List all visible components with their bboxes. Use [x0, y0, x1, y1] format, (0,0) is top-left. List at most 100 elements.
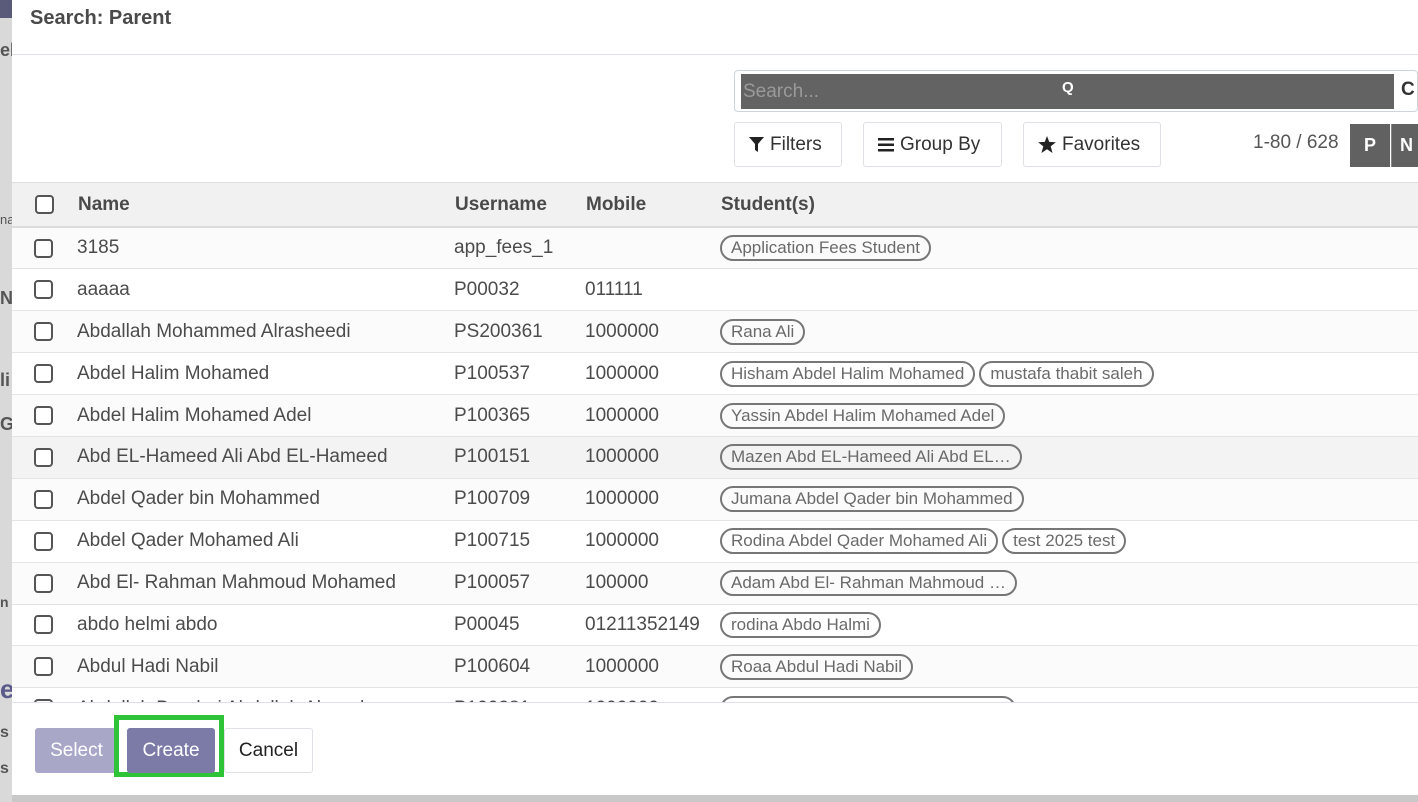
table-row[interactable]: Abdel Halim Mohamed Adel P100365 1000000 Ya… [12, 394, 1418, 437]
cell-mobile: 1000000 [580, 645, 715, 689]
list-icon [878, 137, 894, 151]
table-row[interactable]: 3185 app_fees_1 Application Fees Student [12, 227, 1418, 270]
row-checkbox-cell [12, 478, 72, 521]
cell-mobile: 1000000 [580, 310, 715, 354]
cell-name: Abd EL-Hameed Ali Abd EL-Hameed [72, 436, 449, 479]
cell-name: Abdullah Bandari Abdullah Ahmed [72, 687, 449, 702]
search-bar: Q C [734, 70, 1418, 112]
table-row[interactable]: abdo helmi abdo P00045 01211352149 rodina A… [12, 604, 1418, 647]
cell-mobile: 1000000 [580, 352, 715, 396]
background-navbar [0, 0, 12, 18]
cell-name: Abd El- Rahman Mahmoud Mohamed [72, 562, 449, 605]
table-row[interactable]: Abdul Hadi Nabil P100604 1000000 Roaa Abdul… [12, 645, 1418, 689]
cell-username: P100709 [449, 478, 580, 521]
favorites-button[interactable]: Favorites [1023, 122, 1161, 167]
cell-username: P100365 [449, 394, 580, 437]
row-checkbox-cell [12, 310, 72, 354]
row-checkbox-cell [12, 562, 72, 605]
cell-students: rodina Abdo Halmi [715, 604, 1418, 647]
cell-students: Roaa Abdul Hadi Nabil [715, 645, 1418, 689]
table-row[interactable]: aaaaa P00032 011111 [12, 268, 1418, 312]
select-button[interactable]: Select [35, 728, 118, 773]
search-dialog: Search: Parent Q C Filters Group By Favo… [12, 0, 1418, 795]
background-text-fragment: li [0, 370, 11, 390]
row-checkbox-cell [12, 436, 72, 479]
records-table-container: Name Username Mobile Student(s) 3185 app_… [12, 182, 1418, 702]
favorites-label: Favorites [1062, 133, 1141, 155]
row-checkbox[interactable] [34, 280, 53, 300]
filters-label: Filters [770, 133, 822, 155]
row-checkbox[interactable] [34, 489, 53, 509]
cell-mobile: 1000000 [580, 687, 715, 702]
row-checkbox-cell [12, 268, 72, 312]
create-button[interactable]: Create [127, 728, 215, 773]
student-tag: Application Fees Student [720, 235, 932, 262]
table-row[interactable]: Abdallah Mohammed Alrasheedi PS200361 1000… [12, 310, 1418, 354]
select-all-cell [12, 183, 72, 227]
records-table: Name Username Mobile Student(s) 3185 app_… [12, 183, 1418, 702]
cell-mobile: 1000000 [580, 520, 715, 563]
cell-mobile: 1000000 [580, 478, 715, 521]
cell-username: P00032 [449, 268, 580, 312]
row-checkbox-cell [12, 352, 72, 396]
row-checkbox[interactable] [34, 238, 53, 258]
filter-icon [749, 136, 764, 152]
row-checkbox[interactable] [34, 615, 53, 635]
cancel-button[interactable]: Cancel [224, 728, 313, 773]
student-tag: Yassin Abdel Halim Mohamed Adel [720, 402, 1006, 429]
cell-name: abdo helmi abdo [72, 604, 449, 647]
row-checkbox-cell [12, 687, 72, 702]
cell-students [715, 268, 1418, 312]
cell-name: 3185 [72, 227, 449, 270]
background-app-bottom [12, 795, 1418, 802]
table-row[interactable]: Abdel Qader Mohamed Ali P100715 1000000 Rod… [12, 520, 1418, 563]
student-tag: Hisham Abdel Halim Mohamed [720, 360, 976, 387]
table-row[interactable]: Abd EL-Hameed Ali Abd EL-Hameed P100151 10… [12, 436, 1418, 479]
search-icon[interactable]: C [1401, 79, 1418, 101]
table-row[interactable]: Abdel Qader bin Mohammed P100709 1000000 Ju… [12, 478, 1418, 521]
cell-students: Batol Abdullah Bandari Abdullah A… [715, 687, 1418, 702]
column-header-username[interactable]: Username [449, 183, 580, 227]
table-row[interactable]: Abdullah Bandari Abdullah AhmedP10028110… [12, 687, 1418, 702]
cell-username: P100057 [449, 562, 580, 605]
cell-name: Abdel Qader Mohamed Ali [72, 520, 449, 563]
row-checkbox-cell [12, 394, 72, 437]
cell-name: Abdel Halim Mohamed [72, 352, 449, 396]
cell-username: P100715 [449, 520, 580, 563]
group-by-button[interactable]: Group By [863, 122, 1002, 167]
row-checkbox[interactable] [34, 406, 53, 425]
row-checkbox-cell [12, 227, 72, 270]
cell-name: Abdel Qader bin Mohammed [72, 478, 449, 521]
row-checkbox-cell [12, 604, 72, 647]
row-checkbox-cell [12, 520, 72, 563]
student-tag: Adam Abd El- Rahman Mahmoud … [720, 570, 1017, 597]
student-tag: Jumana Abdel Qader bin Mohammed [720, 486, 1024, 513]
filters-button[interactable]: Filters [734, 122, 842, 167]
cell-mobile: 01211352149 [580, 604, 715, 647]
row-checkbox[interactable] [34, 447, 53, 467]
column-header-students[interactable]: Student(s) [715, 183, 1418, 227]
cell-mobile: 100000 [580, 562, 715, 605]
row-checkbox-cell [12, 645, 72, 689]
pager-range[interactable]: 1-80 / 628 [1253, 132, 1339, 154]
pager-previous-button[interactable]: P [1350, 124, 1390, 167]
table-row[interactable]: Abdel Halim Mohamed P100537 1000000 Hisham … [12, 352, 1418, 396]
dialog-footer: Select Create Cancel [12, 702, 1418, 795]
pager-next-button[interactable]: N [1391, 124, 1418, 167]
column-header-name[interactable]: Name [72, 183, 449, 227]
row-checkbox[interactable] [34, 573, 53, 593]
table-row[interactable]: Abd El- Rahman Mahmoud Mohamed P100057 100… [12, 562, 1418, 605]
student-tag: test 2025 test [1002, 528, 1127, 555]
cell-username: PS200361 [449, 310, 580, 354]
row-checkbox[interactable] [34, 364, 53, 384]
cell-students: Rana Ali [715, 310, 1418, 354]
select-all-checkbox[interactable] [35, 195, 54, 214]
cell-students: Adam Abd El- Rahman Mahmoud … [715, 562, 1418, 605]
row-checkbox[interactable] [34, 657, 53, 677]
group-by-label: Group By [900, 133, 981, 155]
cell-username: P100604 [449, 645, 580, 689]
row-checkbox[interactable] [34, 322, 53, 342]
column-header-mobile[interactable]: Mobile [580, 183, 715, 227]
student-tag: Rodina Abdel Qader Mohamed Ali [720, 528, 999, 555]
row-checkbox[interactable] [34, 531, 53, 551]
